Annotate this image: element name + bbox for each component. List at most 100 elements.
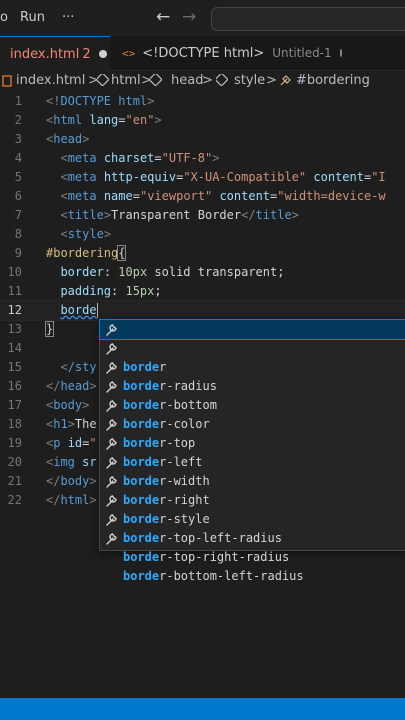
suggestion-item[interactable]: border-radius <box>100 339 405 393</box>
line-number: 13 <box>7 322 22 336</box>
line-number: 11 <box>7 284 22 298</box>
line-number: 5 <box>14 170 22 184</box>
title-bar: o Run ··· ← → <box>0 0 405 36</box>
suggestion-item[interactable]: border-top <box>100 396 405 450</box>
code-value: "viewport" <box>139 189 213 203</box>
line-number: 20 <box>7 455 22 469</box>
code-line: 7 <title>Transparent Border</title> <box>0 206 405 225</box>
line-number: 3 <box>14 132 22 146</box>
line-number: 21 <box>7 474 22 488</box>
line-number: 15 <box>7 360 22 374</box>
code-line: 1 <!DOCTYPE html> <box>0 92 405 111</box>
line-number: 7 <box>14 208 22 222</box>
element-icon <box>216 74 228 86</box>
property-wrench-icon <box>106 362 117 374</box>
autocomplete-suggest-widget[interactable]: border border-radius border-bottom borde… <box>99 319 405 583</box>
code-value: "en" <box>125 113 155 127</box>
breadcrumb-item-head[interactable]: head <box>171 73 203 88</box>
suggestion-item[interactable]: border-right <box>100 453 405 507</box>
code-line: 9 #bordering{ <box>0 244 405 263</box>
property-wrench-icon <box>106 343 117 355</box>
code-number: 15px <box>125 284 155 298</box>
line-number: 9 <box>14 246 22 260</box>
code-attr: sr <box>82 455 97 469</box>
suggestion-item[interactable]: border-bottom <box>100 358 405 412</box>
code-attr: name <box>103 189 133 203</box>
suggestion-label: border-bottom-left-radius <box>123 567 304 586</box>
chevron-right-icon: > <box>266 73 277 88</box>
tab-sublabel: Untitled-1 <box>272 46 332 60</box>
code-text: /sty <box>67 360 97 374</box>
tab-index-html[interactable]: index.html 2 <box>0 36 110 71</box>
line-number: 16 <box>7 379 22 393</box>
line-number: 1 <box>14 94 22 108</box>
suggestion-item[interactable]: border <box>99 319 405 374</box>
code-line: 8 <style> <box>0 225 405 244</box>
property-wrench-icon <box>106 533 117 545</box>
code-attr: id <box>67 436 83 450</box>
tab-label: index.html <box>10 46 80 62</box>
element-icon <box>97 74 109 86</box>
code-line: 11 padding: 15px; <box>0 282 405 301</box>
code-value: "I <box>371 170 386 184</box>
breadcrumb-item-style[interactable]: style <box>234 73 265 88</box>
code-typed-text: borde <box>60 303 97 317</box>
unsaved-dot-icon[interactable] <box>98 50 107 58</box>
property-wrench-icon <box>106 476 117 488</box>
code-line: 2 <html lang="en"> <box>0 111 405 130</box>
code-line: 3 <head> <box>0 130 405 149</box>
suggestion-item[interactable]: border-top-left-radius <box>100 491 405 545</box>
selector-icon <box>280 75 291 86</box>
element-icon <box>150 74 162 86</box>
breadcrumb-item-selector[interactable]: #bordering <box>296 73 370 88</box>
code-text: ; <box>154 284 162 298</box>
line-number: 10 <box>7 265 22 279</box>
property-wrench-icon <box>106 514 117 526</box>
code-line: 6 <meta name="viewport" content="width=d… <box>0 187 405 206</box>
text-cursor <box>96 303 98 318</box>
suggestion-item[interactable]: border-color <box>100 377 405 431</box>
breadcrumb: index.html > html > head > style > #bord… <box>0 71 405 91</box>
tab-untitled-1[interactable]: <> <!DOCTYPE html> Untitled-1 <box>112 36 342 70</box>
property-wrench-icon <box>106 495 117 507</box>
line-number: 14 <box>7 341 22 355</box>
html-file-icon <box>2 75 12 87</box>
command-center-search[interactable] <box>211 7 405 31</box>
tab-label: <!DOCTYPE html> <box>142 45 265 61</box>
line-number: 8 <box>14 227 22 241</box>
code-text: The <box>74 417 97 431</box>
unsaved-dot-icon[interactable] <box>339 49 342 57</box>
forward-arrow-icon[interactable]: → <box>182 7 196 27</box>
line-number: 6 <box>14 189 22 203</box>
line-number: 17 <box>7 398 22 412</box>
property-wrench-icon <box>106 324 117 336</box>
line-number: 19 <box>7 436 22 450</box>
back-arrow-icon[interactable]: ← <box>156 7 170 27</box>
line-number: 18 <box>7 417 22 431</box>
code-text: Transparent Border <box>111 208 242 222</box>
code-value: "UTF-8" <box>161 151 213 165</box>
code-value: solid transparent; <box>154 265 285 279</box>
suggestion-item[interactable]: border-top-right-radius <box>100 510 405 564</box>
menu-partial[interactable]: o <box>0 10 8 25</box>
line-number: 22 <box>7 493 22 507</box>
property-wrench-icon <box>106 400 117 412</box>
code-property: padding <box>60 284 112 298</box>
suggestion-item[interactable]: border-style <box>100 472 405 526</box>
breadcrumb-item-html[interactable]: html <box>111 73 141 88</box>
code-attr: content <box>313 170 364 184</box>
breadcrumb-file[interactable]: index.html <box>16 73 85 88</box>
code-value: "width=device-w <box>277 189 386 203</box>
chevron-right-icon: > <box>202 73 213 88</box>
code-line: 5 <meta http-equiv="X-UA-Compatible" con… <box>0 168 405 187</box>
suggestion-label: border-top-right-radius <box>123 548 289 567</box>
suggestion-match: borde <box>123 569 160 583</box>
suggestion-item[interactable]: border-left <box>100 415 405 469</box>
suggestion-rest: r-bottom-left-radius <box>159 569 304 583</box>
property-wrench-icon <box>106 457 117 469</box>
suggestion-item[interactable]: border-bottom-left-radius <box>100 529 405 583</box>
suggestion-item[interactable]: border-width <box>100 434 405 488</box>
problem-count: 2 <box>82 46 91 62</box>
more-menu-icon[interactable]: ··· <box>62 10 74 25</box>
menu-run[interactable]: Run <box>20 10 45 25</box>
